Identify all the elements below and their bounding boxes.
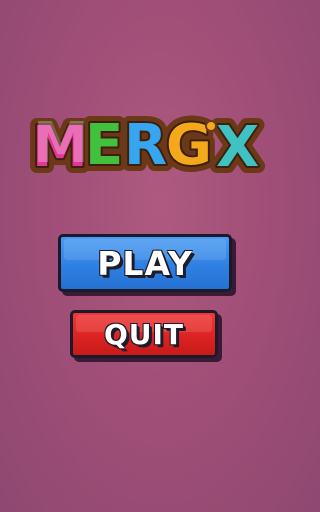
logo-letter-x: X bbox=[216, 115, 259, 180]
play-button[interactable]: PLAY bbox=[58, 234, 232, 292]
logo-dot bbox=[207, 122, 215, 130]
logo-letter-e: E bbox=[85, 113, 122, 178]
game-logo-graphic: M E R G X M E R G X M E R G X M bbox=[25, 106, 267, 184]
svg-text:M: M bbox=[33, 111, 88, 176]
play-button-label: PLAY bbox=[97, 243, 193, 283]
logo-letter-r: R bbox=[124, 113, 166, 178]
logo-letter-g: G bbox=[166, 113, 211, 178]
game-logo: M E R G X M E R G X M E R G X M bbox=[18, 96, 272, 184]
quit-button[interactable]: QUIT bbox=[70, 310, 218, 358]
quit-button-label: QUIT bbox=[103, 317, 185, 351]
main-menu-screen: M E R G X M E R G X M E R G X M PLAY QUI… bbox=[0, 0, 288, 512]
